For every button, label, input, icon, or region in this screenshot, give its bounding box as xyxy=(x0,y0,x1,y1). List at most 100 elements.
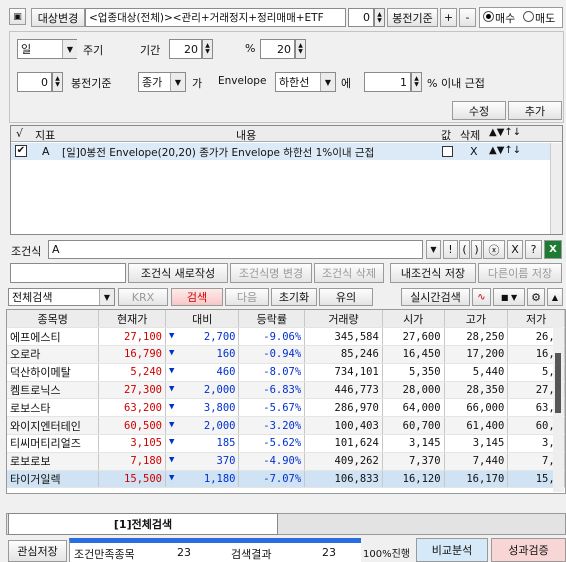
reset-button[interactable]: 초기화 xyxy=(271,288,317,306)
col-price[interactable]: 현재가 xyxy=(98,310,166,329)
change-rate: -0.94% xyxy=(238,345,306,364)
formula-op-xor[interactable]: ⓧ xyxy=(483,240,505,259)
save-as-button[interactable]: 다른이름 저장 xyxy=(478,263,562,283)
realtime-search-button[interactable]: 실시간검색 xyxy=(401,288,470,306)
current-price: 63,200 xyxy=(98,398,166,418)
row-checkbox[interactable]: ✔ xyxy=(15,145,27,157)
header-index: 지표 xyxy=(35,129,56,142)
formula-op-close[interactable]: ) xyxy=(471,240,482,259)
percent-input[interactable]: 1 xyxy=(364,72,411,92)
add-button[interactable]: 추가 xyxy=(508,101,562,120)
plus-button[interactable]: + xyxy=(440,8,457,27)
scroll-up-icon[interactable]: ▲ xyxy=(547,288,563,306)
table-row[interactable]: 오로라 16,790 ▼ 160 -0.94% 85,246 16,450 17,200 16,… xyxy=(7,345,565,364)
candle-offset-spinner[interactable]: ▲ ▼ xyxy=(374,8,385,27)
term1-input[interactable]: 20 xyxy=(169,39,202,59)
excel-icon[interactable]: X xyxy=(544,240,562,259)
col-rate[interactable]: 등락률 xyxy=(238,310,306,329)
col-volume[interactable]: 거래량 xyxy=(304,310,383,329)
target-scope-field[interactable]: <업종대상(전체)><관리+거래정지+정리매매+ETF xyxy=(85,8,346,27)
new-condition-button[interactable]: 조건식 새로작성 xyxy=(128,263,228,283)
watch-save-button[interactable]: 관심저장 xyxy=(8,540,67,562)
chevron-down-icon[interactable]: ▼ xyxy=(320,73,335,91)
table-row[interactable]: 로보로보 7,180 ▼ 370 -4.90% 409,262 7,370 7,440 7,1 xyxy=(7,452,565,471)
term2-spinner[interactable]: ▲ ▼ xyxy=(295,39,306,59)
table-row[interactable]: 에프에스티 27,100 ▼ 2,700 -9.06% 345,584 27,600 28,2… xyxy=(7,327,565,347)
row-value-checkbox[interactable] xyxy=(442,146,453,157)
save-my-condition-button[interactable]: 내조건식 저장 xyxy=(390,263,476,283)
compare-analysis-button[interactable]: 비교분석 xyxy=(416,538,488,562)
col-high[interactable]: 고가 xyxy=(444,310,509,329)
col-name[interactable]: 종목명 xyxy=(7,310,100,329)
chart-icon[interactable]: ∿ xyxy=(472,288,491,306)
buy-radio[interactable] xyxy=(483,11,494,22)
high-price: 28,250 xyxy=(444,327,509,347)
current-price: 5,240 xyxy=(98,363,166,382)
change-value: ▼ 1,180 xyxy=(165,470,240,489)
chevron-down-icon[interactable]: ▼ xyxy=(62,40,77,58)
view-mode-icon[interactable]: ■ ▼ xyxy=(493,288,525,306)
target-change-button[interactable]: 대상변경 xyxy=(31,8,85,27)
change-value: ▼ 160 xyxy=(165,345,240,364)
offset-spinner[interactable]: ▲ ▼ xyxy=(52,72,63,92)
modify-button[interactable]: 수정 xyxy=(452,101,506,120)
volume: 446,773 xyxy=(304,381,383,400)
table-row[interactable]: 티씨머티리얼즈 3,105 ▼ 185 -5.62% 101,624 3,145 3,145 3… xyxy=(7,434,565,453)
down-arrow-icon: ▼ xyxy=(168,330,175,341)
candle-basis-button[interactable]: 봉전기준 xyxy=(387,8,438,27)
window-menu-icon[interactable]: ▣ xyxy=(9,8,26,25)
search-button[interactable]: 검색 xyxy=(171,288,223,306)
current-price: 27,300 xyxy=(98,381,166,400)
ga-label: 가 xyxy=(192,77,203,90)
high-price: 17,200 xyxy=(444,345,509,364)
table-row[interactable]: 로보스타 63,200 ▼ 3,800 -5.67% 286,970 64,000 66,00… xyxy=(7,398,565,418)
krx-button[interactable]: KRX xyxy=(118,288,168,306)
condition-name-input[interactable] xyxy=(10,263,126,283)
stock-name: 덕산하이메탈 xyxy=(7,363,100,382)
offset-input[interactable]: 0 xyxy=(17,72,52,92)
change-value-text: 160 xyxy=(216,348,236,361)
table-row[interactable]: 타이거일렉 15,500 ▼ 1,180 -7.07% 106,833 16,120 16,1… xyxy=(7,470,565,489)
delete-condition-button[interactable]: 조건식 삭제 xyxy=(314,263,384,283)
formula-dropdown-button[interactable]: ▼ xyxy=(426,240,441,259)
down-arrow-icon: ▼ xyxy=(168,401,175,412)
formula-op-open[interactable]: ( xyxy=(459,240,470,259)
row-delete[interactable]: X xyxy=(470,145,478,158)
current-price: 16,790 xyxy=(98,345,166,364)
volume: 101,624 xyxy=(304,434,383,453)
open-price: 16,120 xyxy=(382,470,445,489)
change-value-text: 460 xyxy=(216,366,236,379)
high-price: 66,000 xyxy=(444,398,509,418)
formula-op-not[interactable]: ! xyxy=(443,240,458,259)
row-order-arrows[interactable]: ▲▼↑↓ xyxy=(489,145,521,156)
table-row[interactable]: 와이지엔터테인 60,500 ▼ 2,000 -3.20% 100,403 60,700 61… xyxy=(7,416,565,436)
row-content: [일]0봉전 Envelope(20,20) 종가가 Envelope 하한선 … xyxy=(62,147,375,159)
col-low[interactable]: 저가 xyxy=(507,310,565,329)
minus-button[interactable]: - xyxy=(459,8,476,27)
list-scrollbar[interactable] xyxy=(550,143,562,234)
formula-input[interactable]: A xyxy=(48,240,423,259)
percent-spinner[interactable]: ▲ ▼ xyxy=(411,72,422,92)
sell-radio[interactable] xyxy=(523,11,534,22)
formula-help[interactable]: ? xyxy=(525,240,542,259)
performance-verify-button[interactable]: 성과검증 xyxy=(491,538,566,562)
col-diff[interactable]: 대비 xyxy=(165,310,240,329)
chevron-down-icon[interactable]: ▼ xyxy=(170,73,185,91)
table-row[interactable]: 켐트로닉스 27,300 ▼ 2,000 -6.83% 446,773 28,000 28,3… xyxy=(7,381,565,400)
rename-condition-button[interactable]: 조건식명 변경 xyxy=(230,263,312,283)
change-value: ▼ 2,700 xyxy=(165,327,240,347)
candle-offset-input[interactable]: 0 xyxy=(348,8,374,27)
chevron-down-icon[interactable]: ▼ xyxy=(99,289,114,305)
change-value: ▼ 2,000 xyxy=(165,381,240,400)
tab-all-search[interactable]: [1]전체검색 xyxy=(8,513,278,535)
next-button[interactable]: 다음 xyxy=(225,288,269,306)
term2-input[interactable]: 20 xyxy=(260,39,295,59)
grid-scrollbar[interactable] xyxy=(553,327,564,492)
caution-button[interactable]: 유의 xyxy=(319,288,373,306)
gear-icon[interactable]: ⚙ xyxy=(527,288,545,306)
formula-op-x[interactable]: X xyxy=(507,240,523,259)
stock-name: 켐트로닉스 xyxy=(7,381,100,400)
col-open[interactable]: 시가 xyxy=(382,310,445,329)
table-row[interactable]: 덕산하이메탈 5,240 ▼ 460 -8.07% 734,101 5,350 5,440 5,… xyxy=(7,363,565,382)
term1-spinner[interactable]: ▲ ▼ xyxy=(202,39,213,59)
